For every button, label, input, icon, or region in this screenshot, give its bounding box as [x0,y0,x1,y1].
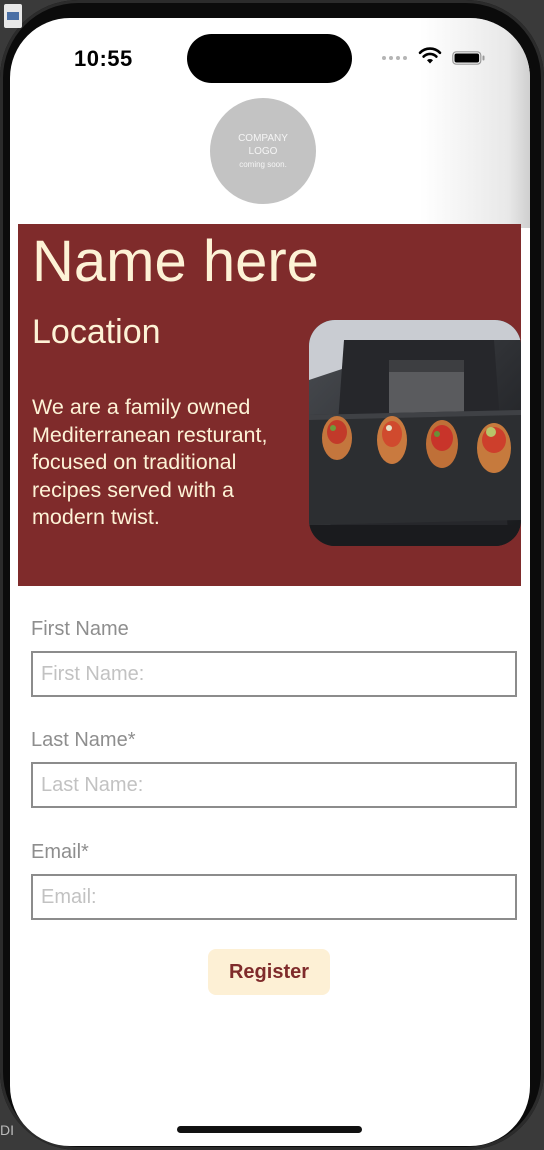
restaurant-location: Location [32,313,161,351]
first-name-label: First Name [31,618,129,640]
last-name-input[interactable] [31,762,517,808]
home-indicator[interactable] [177,1126,362,1133]
food-platter-photo [309,320,521,546]
desktop-file-icon[interactable] [4,4,22,28]
desktop-edge-text: DI [0,1122,14,1138]
logo-text: COMPANY LOGO coming soon. [210,132,316,171]
register-button[interactable]: Register [208,949,330,995]
restaurant-name: Name here [32,229,319,294]
food-platter-illustration [309,320,521,546]
logo-line-logo: LOGO [248,146,278,157]
desktop-background: 10:55 COMPANY LOGO coming soon. Name her… [0,0,544,1150]
signal-dots-icon [382,56,408,62]
last-name-label: Last Name* [31,729,136,751]
hero-banner: Name here Location We are a family owned… [18,224,521,586]
app-screen: 10:55 COMPANY LOGO coming soon. Name her… [10,18,530,1146]
email-label: Email* [31,841,89,863]
battery-icon [452,51,485,65]
status-icons [382,46,492,70]
dynamic-island [187,34,352,83]
logo-line-company: COMPANY [238,133,288,144]
logo-line-coming-soon: coming soon. [239,160,287,169]
first-name-input[interactable] [31,651,517,697]
wifi-icon [418,47,442,64]
restaurant-description: We are a family owned Mediterranean rest… [32,395,268,529]
email-input[interactable] [31,874,517,920]
phone-frame: 10:55 COMPANY LOGO coming soon. Name her… [0,0,544,1150]
company-logo: COMPANY LOGO coming soon. [210,98,316,204]
status-time: 10:55 [74,46,133,71]
